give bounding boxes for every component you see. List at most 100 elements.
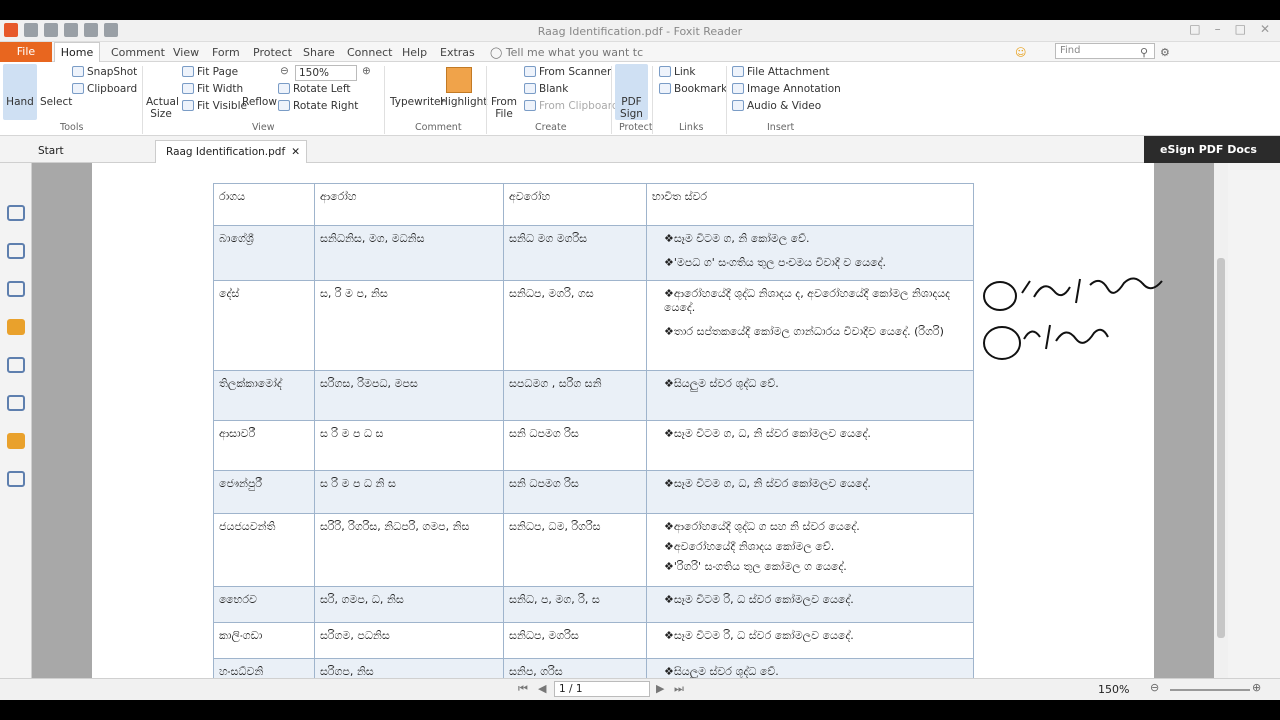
ribbon: Hand Select SnapShot Clipboard Tools Act… — [0, 62, 1280, 136]
fit-page-button[interactable]: Fit Page — [182, 66, 238, 78]
from-file-button[interactable]: From File — [490, 96, 518, 120]
clipboard-button[interactable]: Clipboard — [72, 83, 137, 95]
actual-size-button[interactable]: Actual Size — [146, 96, 179, 120]
search-icon[interactable]: ⚲ — [1140, 46, 1148, 59]
tab-help[interactable]: Help — [402, 46, 427, 59]
aroha: සරිගස, රිමපධ, මපස — [314, 370, 504, 421]
layers-panel-icon[interactable] — [7, 281, 25, 297]
group-protect-label: Protect — [619, 122, 653, 133]
tab-document[interactable]: Raag Identification.pdf ✕ — [155, 140, 307, 163]
note: සෑම විටම රි, ධ ස්වර කෝමලව යෙදේ. — [664, 593, 967, 607]
handwritten-annotation — [983, 277, 1163, 360]
fit-width-button[interactable]: Fit Width — [182, 83, 243, 95]
pages-panel-icon[interactable] — [7, 243, 25, 259]
attachments-panel-icon[interactable] — [7, 357, 25, 373]
note: අවරෝහයේදී නිශාදය කෝමල වේ. — [664, 540, 967, 554]
blank-button[interactable]: Blank — [524, 83, 568, 95]
from-scanner-button[interactable]: From Scanner — [524, 66, 611, 78]
link-button[interactable]: Link — [659, 66, 696, 78]
highlight-button[interactable]: Highlight — [440, 96, 487, 108]
next-page-icon[interactable]: ▶ — [656, 682, 664, 695]
fit-visible-button[interactable]: Fit Visible — [182, 100, 247, 112]
close-icon[interactable]: ✕ — [1260, 22, 1270, 36]
zoom-slider[interactable] — [1170, 689, 1250, 691]
tab-protect[interactable]: Protect — [253, 46, 292, 59]
tab-extras[interactable]: Extras — [440, 46, 475, 59]
tab-start[interactable]: Start — [28, 140, 154, 163]
aroha: සරි, ගමප, ධ, නිස — [314, 586, 504, 623]
content-panel-icon[interactable] — [7, 471, 25, 487]
highlight-label: Highlight — [440, 96, 488, 108]
file-attachment-button[interactable]: File Attachment — [732, 66, 829, 78]
comments-panel-icon[interactable] — [7, 319, 25, 335]
zoom-select[interactable]: 150% — [295, 65, 357, 81]
esign-banner[interactable]: eSign PDF Docs — [1144, 136, 1280, 163]
bookmark-label: Bookmark — [674, 83, 728, 95]
restore-icon[interactable]: □ — [1189, 22, 1200, 36]
raag-name: දේස් — [213, 280, 315, 371]
image-annotation-label: Image Annotation — [747, 83, 841, 95]
previous-page-icon[interactable]: ◀ — [538, 682, 546, 695]
group-tools-label: Tools — [60, 122, 84, 133]
table-row: භෛරව සරි, ගමප, ධ, නිස සනිධ, ප, මග, රි, ස… — [213, 586, 974, 623]
table-row: තිලක්කාමෝද් සරිගස, රිමපධ, මපස සපධමග , සර… — [213, 370, 974, 421]
scrollbar-thumb[interactable] — [1217, 258, 1225, 638]
tab-share[interactable]: Share — [303, 46, 335, 59]
table-row: ජයජයවන්ති සරිරි, රිගරිස, නිධපරි, ගමප, නි… — [213, 513, 974, 587]
fit-width-label: Fit Width — [197, 83, 244, 95]
bookmarks-panel-icon[interactable] — [7, 205, 25, 221]
reflow-button[interactable]: Reflow — [242, 96, 277, 108]
aroha: සරිගප, නිස — [314, 658, 504, 678]
notes: සියලුම ස්වර ශුද්ධ වේ. — [646, 658, 974, 678]
smiley-icon[interactable]: ☺ — [1015, 46, 1026, 59]
signatures-panel-icon[interactable] — [7, 395, 25, 411]
tab-view[interactable]: View — [173, 46, 199, 59]
tab-comment[interactable]: Comment — [111, 46, 165, 59]
tab-connect[interactable]: Connect — [347, 46, 392, 59]
page-number-input[interactable]: 1 / 1 — [554, 681, 650, 697]
table-row: දේස් ස, රි ම ප, නිස සනිධප, මගරි, ගස ආරෝහ… — [213, 280, 974, 371]
select-tool-button[interactable]: Select — [40, 96, 72, 108]
close-tab-icon[interactable]: ✕ — [291, 141, 300, 164]
file-attachment-label: File Attachment — [747, 66, 830, 78]
zoom-in-status-icon[interactable]: ⊕ — [1252, 681, 1261, 694]
from-clipboard-button[interactable]: From Clipboard — [524, 100, 619, 112]
group-links-label: Links — [679, 122, 704, 133]
snapshot-button[interactable]: SnapShot — [72, 66, 137, 78]
typewriter-label: Typewriter — [390, 96, 445, 108]
zoom-in-icon[interactable]: ⊕ — [362, 65, 371, 77]
security-panel-icon[interactable] — [7, 433, 25, 449]
maximize-icon[interactable]: □ — [1235, 22, 1246, 36]
tell-me-search[interactable]: ◯ Tell me what you want tc — [490, 46, 643, 59]
zoom-out-status-icon[interactable]: ⊖ — [1150, 681, 1159, 694]
rotate-left-button[interactable]: Rotate Left — [278, 83, 350, 95]
header-avaroha: අවරෝහ — [503, 183, 647, 226]
avaroha: සපධමග , සරිග සනි — [503, 370, 647, 421]
vertical-scrollbar[interactable] — [1214, 163, 1228, 678]
avaroha: සනි ධපමග රිස — [503, 470, 647, 514]
gear-icon[interactable]: ⚙ — [1160, 46, 1170, 59]
avaroha: සනිධ, ප, මග, රි, ස — [503, 586, 647, 623]
minimize-icon[interactable]: – — [1215, 22, 1221, 36]
note: සෑම විටම රි, ධ ස්වර කෝමලව යෙදේ. — [664, 629, 967, 643]
file-menu[interactable]: File — [0, 42, 52, 62]
zoom-level[interactable]: 150% — [1098, 683, 1129, 696]
hand-tool-button[interactable]: Hand — [3, 64, 37, 120]
avaroha: සනිධප, ධම, රිගරිස — [503, 513, 647, 587]
last-page-icon[interactable]: ⏭ — [674, 682, 684, 696]
typewriter-button[interactable]: Typewriter — [390, 96, 445, 108]
rotate-right-button[interactable]: Rotate Right — [278, 100, 358, 112]
audio-video-button[interactable]: Audio & Video — [732, 100, 821, 112]
bookmark-button[interactable]: Bookmark — [659, 83, 727, 95]
pdf-sign-button[interactable]: PDF Sign — [615, 64, 648, 120]
document-view[interactable]: රාගය ආරෝහ අවරෝහ භාවිත ස්වර බාගේශ්‍රී සනි… — [32, 163, 1214, 678]
first-page-icon[interactable]: ⏮ — [518, 682, 528, 696]
image-annotation-button[interactable]: Image Annotation — [732, 83, 841, 95]
zoom-out-icon[interactable]: ⊖ — [280, 65, 289, 77]
fit-page-label: Fit Page — [197, 66, 239, 78]
tab-home[interactable]: Home — [54, 42, 100, 63]
rotate-left-icon — [278, 83, 290, 94]
tab-form[interactable]: Form — [212, 46, 240, 59]
note: 'මපධ ග' සංගතිය තුල පංචමය විවාදී ව යෙදේ. — [664, 256, 967, 270]
note: ආරෝහයේදී ශුද්ධ ග සහ නි ස්වර යෙදේ. — [664, 520, 967, 534]
